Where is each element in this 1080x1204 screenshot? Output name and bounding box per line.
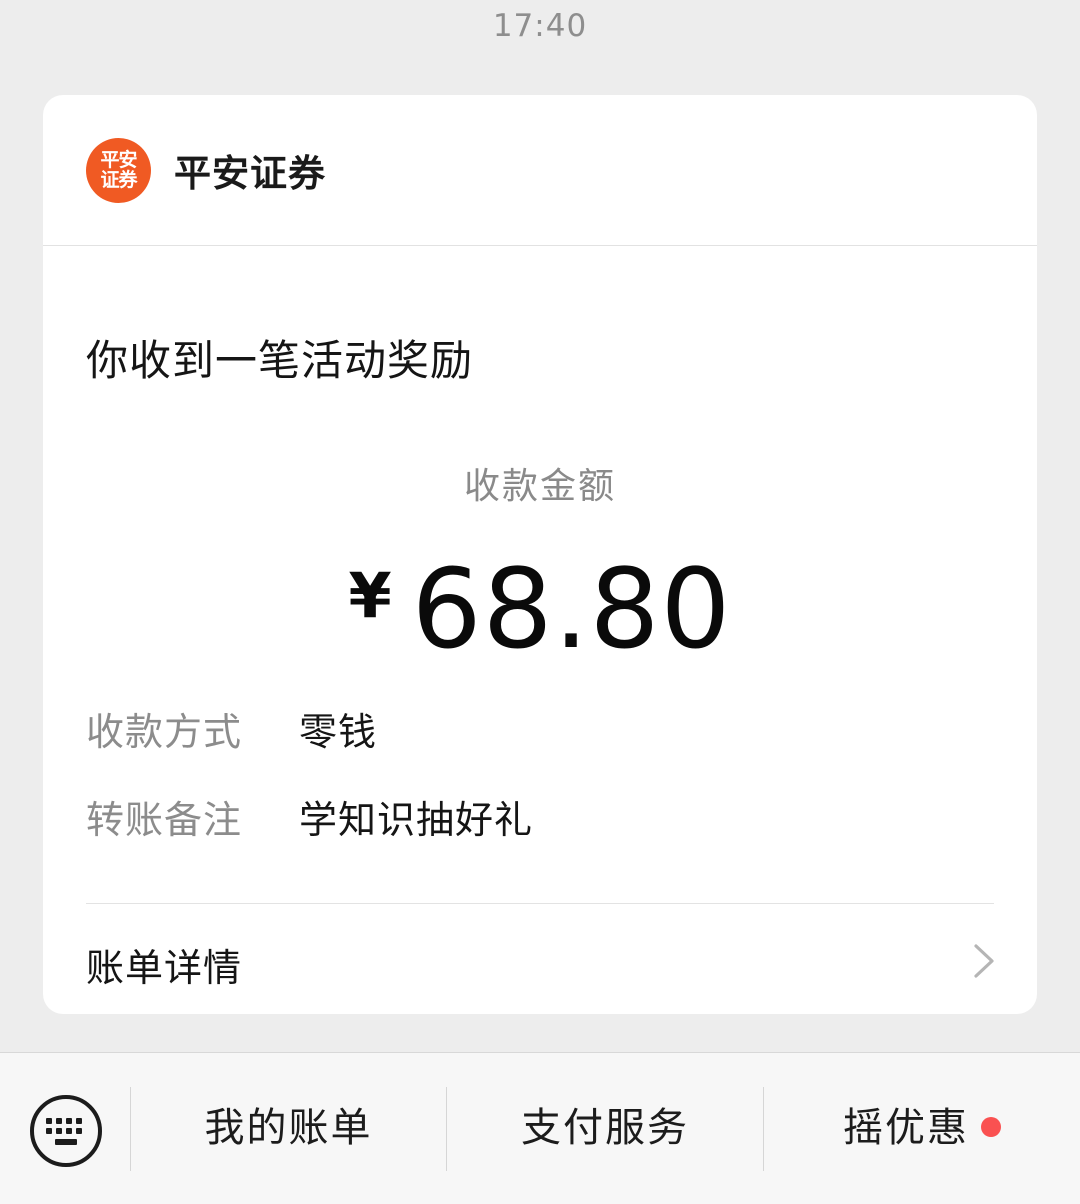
chevron-right-icon [974, 944, 994, 978]
keyboard-icon[interactable] [28, 1093, 104, 1169]
menu-shake-offers-label: 摇优惠 [843, 1105, 969, 1151]
menu-payment-services[interactable]: 支付服务 [447, 1053, 763, 1204]
brand-logo: 平安 证券 [86, 138, 151, 203]
notification-headline: 你收到一笔活动奖励 [86, 336, 474, 385]
amount-value: 68.80 [411, 545, 732, 673]
bottom-menu-bar: 我的账单 支付服务 摇优惠 [0, 1052, 1080, 1204]
logo-text-line2: 证券 [100, 169, 137, 191]
payment-method-row: 收款方式 零钱 [86, 701, 377, 756]
payment-method-value: 零钱 [299, 710, 378, 754]
notification-dot [981, 1117, 1001, 1137]
payment-notification-card[interactable]: 平安 证券 平安证券 你收到一笔活动奖励 收款金额 ¥68.80 收款方式 零钱 … [43, 95, 1037, 1014]
transfer-note-label: 转账备注 [86, 798, 243, 842]
logo-text-line1: 平安 [100, 149, 137, 171]
menu-my-bills[interactable]: 我的账单 [131, 1053, 446, 1204]
payment-method-label: 收款方式 [86, 710, 243, 754]
currency-symbol: ¥ [348, 559, 392, 632]
amount-label: 收款金额 [463, 466, 616, 507]
card-header[interactable]: 平安 证券 平安证券 [43, 95, 1037, 246]
amount-display: ¥68.80 [43, 545, 1037, 673]
message-timestamp: 17:40 [492, 8, 588, 44]
transfer-note-value: 学知识抽好礼 [299, 798, 534, 842]
bill-details-label: 账单详情 [86, 946, 243, 990]
bill-details-link[interactable]: 账单详情 [43, 904, 1037, 1014]
transfer-note-row: 转账备注 学知识抽好礼 [86, 789, 533, 844]
menu-shake-offers[interactable]: 摇优惠 [764, 1053, 1080, 1204]
brand-name: 平安证券 [174, 152, 326, 195]
